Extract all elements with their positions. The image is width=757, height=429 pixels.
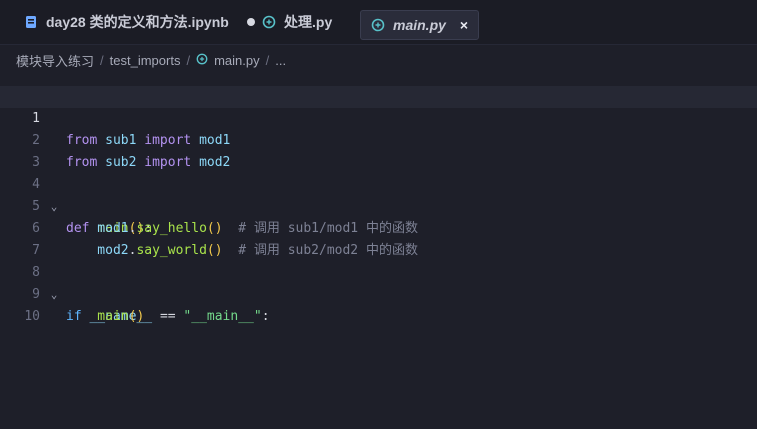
python-icon bbox=[262, 15, 276, 29]
breadcrumb-separator: / bbox=[265, 52, 270, 68]
line-number: 10 bbox=[24, 309, 40, 324]
code-line[interactable]: 5 mod1.say_hello() # 调用 sub1/mod1 中的函数 bbox=[0, 174, 757, 236]
code-line[interactable]: 6 mod2.say_world() # 调用 sub2/mod2 中的函数 bbox=[0, 196, 757, 258]
python-icon bbox=[371, 18, 385, 32]
string: "__main__" bbox=[183, 309, 262, 324]
brackets: () bbox=[128, 309, 145, 324]
breadcrumb-separator: / bbox=[186, 52, 191, 68]
code-line[interactable]: 9 main() bbox=[0, 262, 757, 324]
breadcrumb: 模块导入练习 / test_imports / main.py / ... bbox=[16, 51, 286, 70]
breadcrumb-file[interactable]: main.py bbox=[214, 53, 260, 68]
code-line[interactable]: 3 bbox=[0, 130, 757, 170]
breadcrumb-subfolder[interactable]: test_imports bbox=[110, 53, 181, 68]
unsaved-dot-icon[interactable] bbox=[246, 18, 255, 26]
tab-day28-notebook[interactable]: day28 类的定义和方法.ipynb bbox=[24, 0, 255, 44]
code-editor[interactable]: 1 from sub1 import mod1 2 from sub2 impo… bbox=[0, 86, 757, 429]
tab-label: main.py bbox=[393, 17, 446, 33]
tab-label: day28 类的定义和方法.ipynb bbox=[46, 14, 229, 30]
tab-label: 处理.py bbox=[284, 14, 333, 30]
code-content: main() bbox=[66, 306, 144, 328]
code-line[interactable]: 2 from sub2 import mod2 bbox=[0, 108, 757, 170]
tab-bar: day28 类的定义和方法.ipynb 处理.py main.py × bbox=[0, 0, 757, 45]
code-line[interactable]: 7 bbox=[0, 218, 757, 258]
function-call: main bbox=[66, 309, 129, 324]
close-icon[interactable]: × bbox=[460, 17, 468, 33]
tab-processing-py[interactable]: 处理.py bbox=[262, 0, 332, 44]
code-line[interactable]: 1 from sub1 import mod1 bbox=[0, 86, 757, 148]
breadcrumb-separator: / bbox=[100, 52, 104, 68]
python-icon bbox=[196, 53, 208, 68]
code-line[interactable]: 4 ⌄ def main(): bbox=[0, 152, 757, 236]
code-line[interactable]: 10 bbox=[0, 284, 757, 324]
notebook-icon bbox=[24, 15, 38, 29]
operator: == bbox=[159, 309, 176, 324]
breadcrumb-more[interactable]: ... bbox=[275, 53, 286, 68]
breadcrumb-folder[interactable]: 模块导入练习 bbox=[16, 51, 94, 70]
colon: : bbox=[261, 309, 270, 324]
tab-main-py[interactable]: main.py × bbox=[360, 10, 480, 40]
code-line[interactable]: 8 ⌄ if __name__ == "__main__": bbox=[0, 240, 757, 324]
editor-window: day28 类的定义和方法.ipynb 处理.py main.py × 模块导入… bbox=[0, 0, 757, 429]
